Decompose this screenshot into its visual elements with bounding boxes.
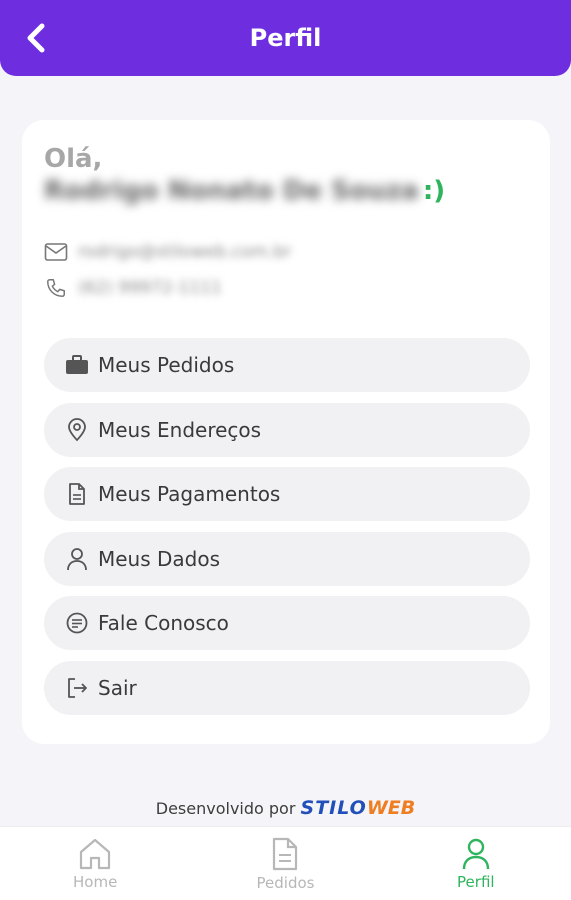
email-value: rodrigo@stiloweb.com.br xyxy=(78,242,292,262)
menu-item-label: Meus Endereços xyxy=(98,417,262,442)
chat-icon xyxy=(64,610,90,636)
menu-item-meus-pedidos[interactable]: Meus Pedidos xyxy=(44,338,530,392)
menu-item-label: Fale Conosco xyxy=(98,611,229,635)
phone-value: (62) 99972-1111 xyxy=(78,278,222,298)
map-pin-icon xyxy=(64,417,90,443)
brand-logo-stilo: STILO xyxy=(300,797,367,819)
tab-label: Pedidos xyxy=(256,873,315,892)
home-icon xyxy=(80,838,111,869)
back-button[interactable] xyxy=(18,18,54,58)
menu-item-label: Meus Dados xyxy=(98,546,221,571)
menu-item-label: Sair xyxy=(98,675,137,700)
menu-item-meus-pagamentos[interactable]: Meus Pagamentos xyxy=(44,467,530,521)
brand-logo-web: WEB xyxy=(366,797,416,819)
top-app-bar: Perfil xyxy=(0,0,571,76)
phone-icon xyxy=(44,276,68,300)
smile-text: :) xyxy=(422,176,446,206)
profile-menu: Meus Pedidos Meus Endereços Meus Pagamen… xyxy=(44,338,530,725)
phone-row: (62) 99972-1111 xyxy=(44,276,222,300)
file-icon xyxy=(273,837,298,870)
tab-label: Home xyxy=(73,872,118,891)
developer-credit: Desenvolvido por STILOWEB xyxy=(0,797,571,819)
menu-item-meus-enderecos[interactable]: Meus Endereços xyxy=(44,402,530,457)
logout-icon xyxy=(64,675,90,701)
user-icon xyxy=(64,546,90,572)
tab-perfil[interactable]: Perfil xyxy=(381,827,571,900)
briefcase-icon xyxy=(64,352,90,378)
profile-card: Olá, Rodrigo Nonato De Souza :) rodrigo@… xyxy=(22,120,550,744)
tab-home[interactable]: Home xyxy=(0,827,190,900)
menu-item-sair[interactable]: Sair xyxy=(44,660,530,715)
tab-pedidos[interactable]: Pedidos xyxy=(190,827,380,900)
menu-item-fale-conosco[interactable]: Fale Conosco xyxy=(44,596,530,650)
mail-icon xyxy=(44,240,68,264)
user-name-row: Rodrigo Nonato De Souza :) xyxy=(44,176,445,206)
user-icon xyxy=(462,838,490,869)
document-icon xyxy=(64,481,90,507)
menu-item-meus-dados[interactable]: Meus Dados xyxy=(44,531,530,586)
page-title: Perfil xyxy=(249,24,322,52)
email-row: rodrigo@stiloweb.com.br xyxy=(44,240,291,264)
chevron-left-icon xyxy=(27,23,45,53)
greeting-text: Olá, xyxy=(44,144,103,174)
user-name: Rodrigo Nonato De Souza xyxy=(44,176,419,206)
bottom-tab-bar: Home Pedidos Perfil xyxy=(0,826,571,900)
menu-item-label: Meus Pedidos xyxy=(98,353,235,377)
tab-label: Perfil xyxy=(457,872,495,891)
menu-item-label: Meus Pagamentos xyxy=(98,482,281,506)
developed-by-text: Desenvolvido por xyxy=(155,799,296,818)
